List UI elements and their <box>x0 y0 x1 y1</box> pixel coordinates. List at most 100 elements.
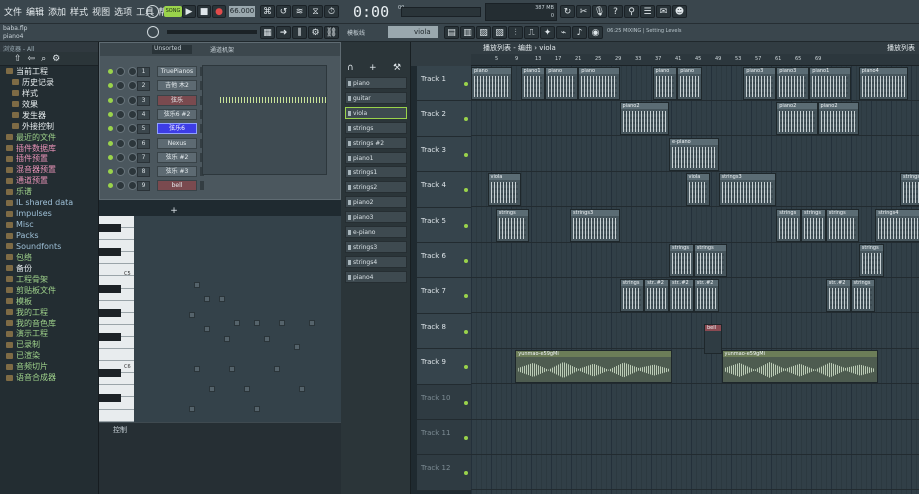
volume-knob[interactable] <box>128 67 137 76</box>
news-icon[interactable]: ☰ <box>640 5 655 18</box>
pattern-clip[interactable]: piano3 <box>776 67 810 100</box>
browser-item[interactable]: 发生器 <box>0 110 98 121</box>
channel-name-button[interactable]: 弦乐6 <box>157 123 197 135</box>
channel-led[interactable] <box>108 154 113 160</box>
browser-item[interactable]: 演示工程 <box>0 329 98 340</box>
mixer-track-number[interactable]: 3 <box>137 95 150 106</box>
black-key[interactable] <box>99 333 121 341</box>
track-header[interactable]: Track 6 <box>417 243 471 279</box>
channel-name-button[interactable]: Nexus <box>157 137 197 149</box>
track-mute-led[interactable] <box>464 152 468 157</box>
track-header[interactable]: Track 5 <box>417 207 471 243</box>
record-icon[interactable]: ● <box>212 5 226 18</box>
pattern-clip[interactable]: piano2 <box>619 102 669 136</box>
chat-icon[interactable]: ✉ <box>656 5 671 18</box>
browser-item[interactable]: Packs <box>0 230 98 241</box>
channel-row[interactable]: 9 bell <box>104 180 336 192</box>
track-header[interactable]: Track 11 <box>417 420 471 456</box>
pattern-clip[interactable]: piano2 <box>776 102 818 136</box>
white-key[interactable] <box>99 410 134 422</box>
pattern-clip[interactable]: piano <box>677 67 702 100</box>
track-mute-led[interactable] <box>464 294 468 299</box>
browser-item[interactable]: 插件预置 <box>0 154 98 165</box>
track-mute-led[interactable] <box>464 436 468 440</box>
pan-knob[interactable] <box>116 181 125 191</box>
pattern-clip[interactable]: strings <box>495 208 529 242</box>
channel-name-button[interactable]: bell <box>157 180 197 192</box>
menu-file[interactable]: 文件 <box>3 5 23 19</box>
track-header[interactable]: Track 4 <box>417 172 471 208</box>
pattern-clip[interactable]: strings <box>693 244 727 277</box>
bell-clip[interactable]: bell <box>704 324 722 354</box>
pattern-clip[interactable]: piano <box>545 67 579 100</box>
piano-roll-note[interactable] <box>234 320 240 326</box>
browser-item[interactable]: 工程骨架 <box>0 274 98 285</box>
track-mute-led[interactable] <box>464 365 468 370</box>
mixer-track-number[interactable]: 2 <box>137 81 150 92</box>
pattern-clip[interactable]: viola <box>685 173 711 207</box>
black-key[interactable] <box>99 308 121 317</box>
piano-keyboard[interactable] <box>99 216 134 422</box>
pan-knob[interactable] <box>116 124 125 134</box>
channel-led[interactable] <box>108 111 113 117</box>
audio-clip[interactable]: yunmao-e59gMi <box>721 350 879 384</box>
pattern-item[interactable]: piano3 <box>345 211 407 224</box>
recorder-icon[interactable]: ◉ <box>588 26 603 39</box>
volume-knob[interactable] <box>128 181 137 191</box>
browser-item[interactable]: 乐谱 <box>0 186 98 197</box>
add-channel-icon[interactable]: + <box>170 206 178 216</box>
track-mute-led[interactable] <box>464 400 468 405</box>
pattern-clip[interactable]: strings3 <box>570 208 620 242</box>
track-mute-led[interactable] <box>464 223 468 228</box>
pattern-clip[interactable]: str..#2 <box>644 279 669 313</box>
pattern-clip[interactable]: strings <box>825 208 859 242</box>
pattern-clip[interactable]: strings3 <box>718 173 777 207</box>
white-key[interactable] <box>99 349 134 362</box>
panic-icon[interactable]: ✂ <box>576 5 591 18</box>
tuner-icon[interactable]: ♪ <box>572 26 587 39</box>
browser-item[interactable]: Misc <box>0 219 98 230</box>
volume-knob[interactable] <box>128 152 137 162</box>
track-header[interactable]: Track 3 <box>417 136 471 173</box>
channel-led[interactable] <box>108 183 113 189</box>
browser-item[interactable]: 模板 <box>0 296 98 307</box>
pattern-clip[interactable]: strings4 <box>875 208 919 242</box>
browser-item[interactable]: IL shared data <box>0 197 98 208</box>
blend-notes-icon[interactable]: ≋ <box>292 5 307 18</box>
pattern-item[interactable]: strings #2 <box>345 136 407 149</box>
playlist-arrangement[interactable]: piano piano1 piano piano piano piano piano3 pia… <box>471 66 919 494</box>
pattern-clip[interactable]: strings <box>801 208 826 242</box>
channel-name-button[interactable]: TruePianos <box>157 66 197 77</box>
volume-knob[interactable] <box>128 124 137 134</box>
black-key[interactable] <box>99 369 121 378</box>
plus-icon[interactable]: + <box>369 63 377 73</box>
browser-item[interactable]: 最近的文件 <box>0 132 98 143</box>
pan-knob[interactable] <box>116 152 125 162</box>
pattern-item[interactable]: e-piano <box>345 226 407 238</box>
piano-roll-event-editor[interactable]: 控制 <box>99 422 341 494</box>
track-header[interactable]: Track 9 <box>417 349 471 385</box>
pattern-item[interactable]: piano4 <box>345 270 407 283</box>
arrow-icon[interactable]: ➜ <box>276 26 291 39</box>
pattern-item[interactable]: guitar <box>345 91 407 104</box>
folder-icon[interactable]: ⇧ <box>14 54 22 64</box>
channel-filter[interactable]: Unsorted <box>152 45 192 54</box>
browser-item[interactable]: 已录制 <box>0 339 98 350</box>
piano-roll-note[interactable] <box>189 406 195 412</box>
settings-icon[interactable]: ⚙ <box>52 54 60 64</box>
channel-name-button[interactable]: 吉他 木2 <box>157 80 197 92</box>
playlist-ruler[interactable]: 5 9 13 17 21 25 29 33 37 41 45 49 53 57 61 65 69 <box>471 54 919 66</box>
pan-knob[interactable] <box>116 81 125 91</box>
volume-knob[interactable] <box>128 95 137 105</box>
channel-led[interactable] <box>108 69 113 74</box>
menu-edit[interactable]: 编辑 <box>25 5 45 19</box>
pattern-item[interactable]: strings2 <box>345 181 407 194</box>
volume-knob[interactable] <box>128 138 137 148</box>
pattern-item[interactable]: viola <box>345 106 407 119</box>
pattern-clip[interactable]: piano1 <box>809 67 851 100</box>
track-header[interactable]: Track 7 <box>417 278 471 314</box>
step-edit-icon[interactable]: ⌘ <box>260 5 275 18</box>
piano-roll-icon[interactable]: ▨ <box>476 26 491 39</box>
browser-item[interactable]: 包络 <box>0 252 98 263</box>
piano-roll-note[interactable] <box>224 336 230 342</box>
